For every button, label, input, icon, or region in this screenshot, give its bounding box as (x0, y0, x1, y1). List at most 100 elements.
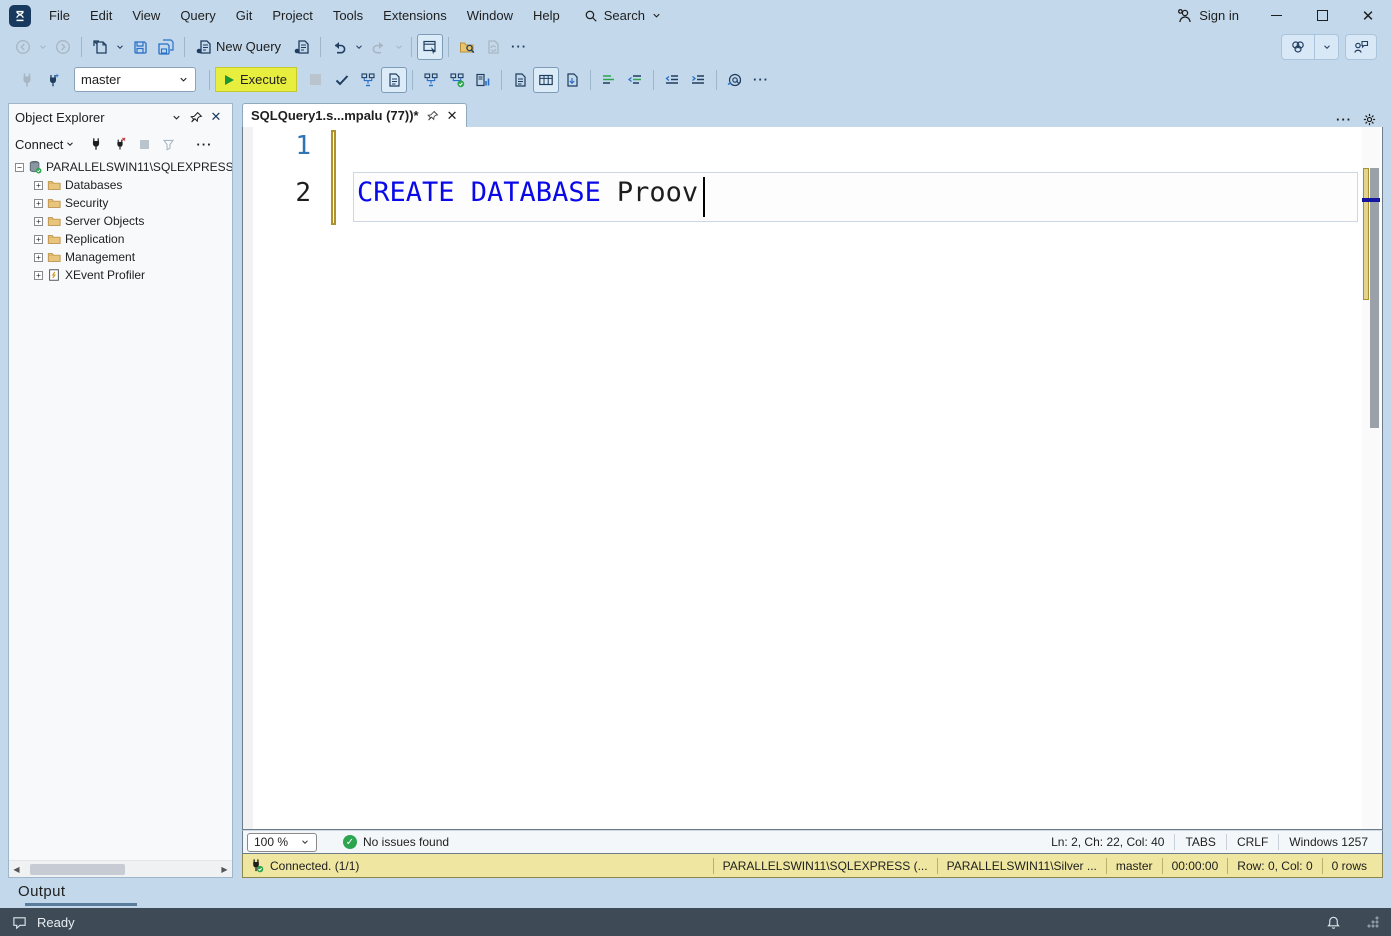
chevron-down-icon[interactable] (65, 139, 75, 149)
tree-item-server[interactable]: − PARALLELSWIN11\SQLEXPRESS (SQ (9, 158, 232, 176)
navigate-forward-button[interactable] (50, 34, 76, 60)
expand-icon[interactable]: + (34, 199, 43, 208)
close-panel-button[interactable]: ✕ (206, 107, 226, 127)
tree-item-xevent-profiler[interactable]: + XEvent Profiler (9, 266, 232, 284)
redo-button[interactable] (366, 34, 392, 60)
decrease-indent-button[interactable] (659, 67, 685, 93)
save-button[interactable] (127, 34, 153, 60)
increase-indent-button[interactable] (685, 67, 711, 93)
menu-extensions[interactable]: Extensions (373, 0, 457, 31)
undo-button[interactable] (326, 34, 352, 60)
parse-button[interactable] (329, 67, 355, 93)
toolbar-overflow-button[interactable]: ··· (506, 34, 532, 60)
menu-file[interactable]: File (39, 0, 80, 31)
showplan-button[interactable] (355, 67, 381, 93)
navigate-back-button[interactable] (10, 34, 36, 60)
live-stats-button[interactable] (470, 67, 496, 93)
results-to-file-button[interactable] (559, 67, 585, 93)
connection-database[interactable]: master (1106, 858, 1162, 874)
menu-edit[interactable]: Edit (80, 0, 122, 31)
expand-icon[interactable]: + (34, 253, 43, 262)
save-all-button[interactable] (153, 34, 179, 60)
document-tab[interactable]: SQLQuery1.s...mpalu (77))* ✕ (242, 103, 467, 127)
tree-item-server-objects[interactable]: + Server Objects (9, 212, 232, 230)
encoding[interactable]: Windows 1257 (1278, 834, 1378, 850)
find-in-files-button[interactable] (454, 34, 480, 60)
estimated-plan-button[interactable] (418, 67, 444, 93)
issues-status[interactable]: No issues found (363, 835, 449, 849)
zoom-select[interactable]: 100 % (247, 833, 317, 852)
vertical-scrollbar[interactable] (1362, 127, 1380, 829)
horizontal-scrollbar[interactable]: ◀ ▶ (9, 860, 232, 877)
file-sync-button[interactable] (480, 34, 506, 60)
connect-button[interactable] (14, 67, 40, 93)
navigate-back-dropdown[interactable] (36, 34, 50, 60)
tree-item-replication[interactable]: + Replication (9, 230, 232, 248)
new-file-button[interactable] (87, 34, 113, 60)
menu-query[interactable]: Query (170, 0, 225, 31)
search-box[interactable]: Search (584, 8, 662, 23)
scrollbar-thumb[interactable] (30, 864, 125, 875)
close-button[interactable]: ✕ (1345, 0, 1391, 31)
query-options-button[interactable] (381, 67, 407, 93)
speech-bubble-icon[interactable] (12, 915, 27, 930)
line-ending[interactable]: CRLF (1226, 834, 1278, 850)
open-query-button[interactable] (289, 34, 315, 60)
oe-overflow-button[interactable]: ··· (193, 131, 215, 157)
results-to-text-button[interactable] (507, 67, 533, 93)
code-editor[interactable]: 1 2 CREATE DATABASE Proov (242, 127, 1383, 830)
maximize-button[interactable] (1299, 0, 1345, 31)
copilot-button[interactable] (1281, 34, 1315, 60)
pin-panel-button[interactable] (186, 107, 206, 127)
connection-login[interactable]: PARALLELSWIN11\Silver ... (937, 858, 1106, 874)
oe-connect-button[interactable] (85, 131, 107, 157)
menu-help[interactable]: Help (523, 0, 570, 31)
actual-plan-button[interactable] (444, 67, 470, 93)
copilot-dropdown[interactable] (1315, 34, 1339, 60)
window-edit-button[interactable] (417, 34, 443, 60)
undo-dropdown[interactable] (352, 34, 366, 60)
tree-item-security[interactable]: + Security (9, 194, 232, 212)
resize-grip-icon[interactable] (1367, 916, 1379, 928)
template-parameters-button[interactable] (722, 67, 748, 93)
expand-icon[interactable]: + (34, 271, 43, 280)
panel-options-button[interactable] (166, 107, 186, 127)
object-explorer-header[interactable]: Object Explorer ✕ (9, 104, 232, 130)
expand-icon[interactable]: + (34, 217, 43, 226)
oe-stop-button[interactable] (133, 131, 155, 157)
expand-icon[interactable]: + (34, 235, 43, 244)
comment-button[interactable] (596, 67, 622, 93)
new-file-dropdown[interactable] (113, 34, 127, 60)
tree-item-databases[interactable]: + Databases (9, 176, 232, 194)
output-tab[interactable]: Output (18, 883, 65, 900)
sign-in-button[interactable]: Sign in (1177, 8, 1253, 24)
scroll-left-icon[interactable]: ◀ (9, 865, 24, 874)
menu-project[interactable]: Project (262, 0, 322, 31)
uncomment-button[interactable] (622, 67, 648, 93)
connect-menu-label[interactable]: Connect (15, 137, 63, 152)
tree-item-management[interactable]: + Management (9, 248, 232, 266)
close-tab-icon[interactable]: ✕ (447, 108, 458, 124)
expand-icon[interactable]: + (34, 181, 43, 190)
cancel-query-button[interactable] (303, 67, 329, 93)
indent-mode[interactable]: TABS (1174, 834, 1225, 850)
results-to-grid-button[interactable] (533, 67, 559, 93)
bell-icon[interactable] (1326, 915, 1341, 930)
oe-disconnect-button[interactable] (109, 131, 131, 157)
tab-overflow-button[interactable]: ··· (1336, 112, 1352, 127)
database-dropdown[interactable]: master (74, 67, 196, 92)
execute-button[interactable]: Execute (215, 67, 297, 92)
toolbar-overflow-button[interactable]: ··· (748, 67, 774, 93)
redo-dropdown[interactable] (392, 34, 406, 60)
caret-position[interactable]: Ln: 2, Ch: 22, Col: 40 (1041, 834, 1174, 850)
connection-server[interactable]: PARALLELSWIN11\SQLEXPRESS (... (713, 858, 937, 874)
oe-filter-button[interactable] (157, 131, 179, 157)
scrollbar-thumb[interactable] (1370, 168, 1379, 428)
scroll-right-icon[interactable]: ▶ (217, 865, 232, 874)
menu-tools[interactable]: Tools (323, 0, 373, 31)
new-query-button[interactable]: New Query (190, 34, 289, 60)
collapse-icon[interactable]: − (15, 163, 24, 172)
feedback-button[interactable] (1345, 34, 1377, 60)
gear-icon[interactable] (1362, 112, 1377, 127)
menu-git[interactable]: Git (226, 0, 263, 31)
